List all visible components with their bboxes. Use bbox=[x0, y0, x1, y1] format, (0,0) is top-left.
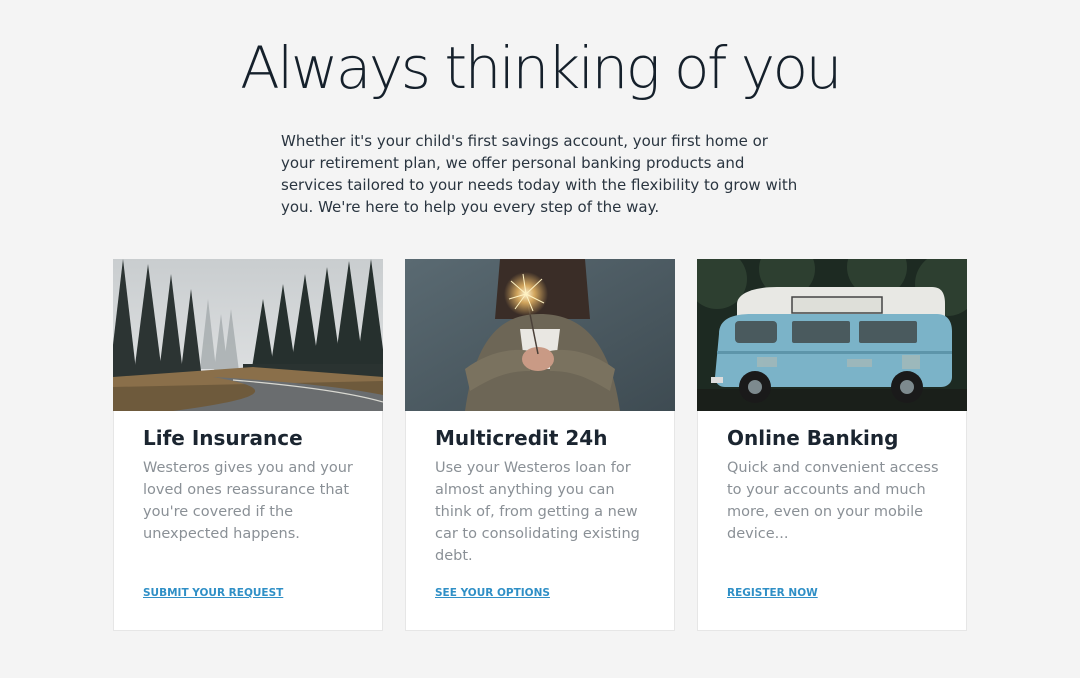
card-title: Life Insurance bbox=[143, 426, 303, 450]
card-image-van bbox=[697, 259, 967, 411]
register-now-link[interactable]: REGISTER NOW bbox=[727, 586, 818, 600]
card-life-insurance: Life Insurance Westeros gives you and yo… bbox=[113, 259, 383, 631]
page-title: Always thinking of you bbox=[240, 34, 842, 102]
product-cards: Life Insurance Westeros gives you and yo… bbox=[113, 259, 967, 631]
card-description: Quick and convenient access to your acco… bbox=[727, 460, 939, 542]
card-title: Online Banking bbox=[727, 426, 899, 450]
card-description: Westeros gives you and your loved ones r… bbox=[143, 460, 353, 542]
see-options-link[interactable]: SEE YOUR OPTIONS bbox=[435, 586, 550, 600]
card-online-banking: Online Banking Quick and convenient acce… bbox=[697, 259, 967, 631]
intro-paragraph: Whether it's your child's first savings … bbox=[281, 132, 798, 216]
submit-request-link[interactable]: SUBMIT YOUR REQUEST bbox=[143, 586, 283, 600]
card-multicredit: Multicredit 24h Use your Westeros loan f… bbox=[405, 259, 675, 631]
card-image-sparkler bbox=[405, 259, 675, 411]
card-title: Multicredit 24h bbox=[435, 426, 608, 450]
card-description: Use your Westeros loan for almost anythi… bbox=[435, 460, 640, 564]
card-image-forest bbox=[113, 259, 383, 411]
